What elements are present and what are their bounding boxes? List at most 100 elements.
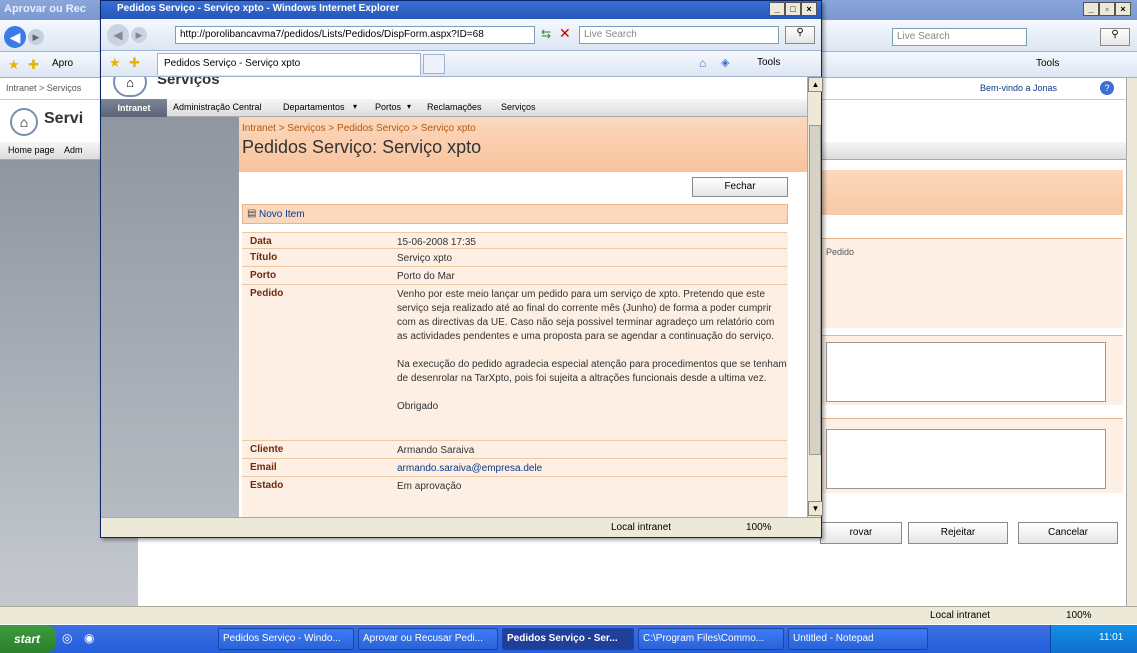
field-row: Cliente Armando Saraiva — [242, 440, 787, 458]
refresh-icon[interactable]: ⇆ — [541, 27, 551, 41]
front-statusbar: Local intranet 100% — [101, 517, 821, 537]
forward-arrow-icon[interactable]: ▶ — [131, 27, 147, 43]
new-tab-button[interactable] — [423, 54, 445, 74]
nav-reclamacoes[interactable]: Reclamações — [427, 102, 482, 112]
site-home-icon: ⌂ — [10, 108, 38, 136]
restore-button[interactable]: ▫ — [1099, 2, 1115, 16]
minimize-button[interactable]: _ — [769, 2, 785, 16]
back-search-input[interactable]: Live Search — [892, 28, 1027, 46]
scroll-up-icon[interactable]: ▲ — [808, 77, 823, 92]
welcome-menu[interactable]: Bem-vindo a Jonas — [980, 83, 1057, 93]
field-label: Pedido — [250, 288, 284, 299]
field-value: Armando Saraiva — [397, 445, 475, 456]
feeds-icon[interactable]: ◈ — [721, 56, 729, 69]
back-scrollbar[interactable] — [1126, 78, 1137, 606]
start-button[interactable]: start — [0, 625, 56, 653]
chevron-down-icon[interactable]: ▾ — [407, 102, 411, 111]
field-row: Pedido Venho por este meio lançar um pedi… — [242, 284, 787, 440]
back-site-title: Servi — [44, 110, 84, 127]
field-label: Email — [250, 462, 277, 473]
back-pedido-label: Pedido — [826, 247, 855, 257]
scroll-thumb[interactable] — [809, 125, 821, 455]
back-status-zone: Local intranet — [930, 610, 991, 621]
back-textarea-wrap-2 — [818, 418, 1123, 493]
reject-button[interactable]: Rejeitar — [908, 522, 1008, 544]
page-title: Pedidos Serviço: Serviço xpto — [242, 137, 482, 157]
taskbar-item[interactable]: Aprovar ou Recusar Pedi... — [358, 628, 498, 650]
tools-menu[interactable]: Tools — [757, 57, 780, 68]
favorites-star-icon[interactable]: ★ — [109, 55, 121, 71]
zoom-level[interactable]: 100% — [746, 522, 772, 533]
back-zoom[interactable]: 100% — [1066, 610, 1092, 621]
back-textarea-1[interactable] — [826, 342, 1106, 402]
top-nav: Intranet Administração Central Departame… — [101, 99, 807, 117]
front-tabbar: ★ ✚ Pedidos Serviço - Serviço xpto ⌂ ◈ T… — [101, 51, 821, 77]
url-field[interactable]: http://porolibancavma7/pedidos/Lists/Ped… — [175, 26, 535, 44]
new-item-button[interactable]: Novo Item — [259, 209, 305, 220]
field-list: Data 15-06-2008 17:35 Título Serviço xpto … — [242, 232, 788, 517]
field-value: Venho por este meio lançar um pedido par… — [397, 289, 787, 412]
front-scrollbar[interactable]: ▲ ▼ — [807, 77, 823, 517]
add-favorites-icon[interactable]: ✚ — [129, 55, 140, 71]
email-link[interactable]: armando.saraiva@empresa.dele — [397, 462, 787, 476]
back-tab[interactable]: Apro — [52, 58, 73, 69]
add-favorites-icon[interactable]: ✚ — [28, 57, 39, 73]
left-panel — [101, 117, 239, 517]
nav-admin[interactable]: Administração Central — [173, 102, 262, 112]
minimize-button[interactable]: _ — [1083, 2, 1099, 16]
back-window-controls: _ ▫ × — [1083, 2, 1131, 16]
stop-icon[interactable]: ✕ — [559, 25, 571, 42]
search-icon[interactable]: ⚲ — [785, 26, 815, 44]
nav-intranet[interactable]: Intranet — [101, 99, 167, 117]
front-tab[interactable]: Pedidos Serviço - Serviço xpto — [157, 53, 421, 75]
front-viewport: ⌂ Serviços Intranet Administração Centra… — [101, 77, 807, 517]
close-button[interactable]: × — [801, 2, 817, 16]
back-field-area: Pedido — [818, 238, 1123, 328]
cancel-button[interactable]: Cancelar — [1018, 522, 1118, 544]
front-window-title: Pedidos Serviço - Serviço xpto - Windows… — [117, 3, 400, 14]
close-form-button[interactable]: Fechar — [692, 177, 788, 197]
taskbar-item[interactable]: Untitled - Notepad — [788, 628, 928, 650]
search-icon[interactable]: ⚲ — [1100, 28, 1130, 46]
close-button[interactable]: × — [1115, 2, 1131, 16]
back-window-title: Aprovar ou Rec — [4, 3, 86, 15]
home-icon[interactable]: ⌂ — [699, 56, 706, 70]
nav-portos[interactable]: Portos — [375, 102, 401, 112]
back-breadcrumb: Intranet > Serviços — [6, 83, 82, 93]
back-nav-home[interactable]: Home page — [8, 145, 55, 155]
front-window-controls: _ □ × — [769, 2, 817, 16]
field-row: Título Serviço xpto — [242, 248, 787, 266]
back-arrow-icon[interactable]: ◀ — [4, 26, 26, 48]
field-value: Serviço xpto — [397, 253, 453, 264]
taskbar-item[interactable]: C:\Program Files\Commo... — [638, 628, 784, 650]
field-row: Email armando.saraiva@empresa.dele — [242, 458, 787, 476]
maximize-button[interactable]: □ — [785, 2, 801, 16]
field-label: Estado — [250, 480, 284, 491]
quicklaunch-icon[interactable]: ◎ — [62, 631, 72, 645]
nav-departamentos[interactable]: Departamentos — [283, 102, 345, 112]
search-input[interactable]: Live Search — [579, 26, 779, 44]
help-icon[interactable]: ? — [1100, 81, 1114, 95]
quicklaunch-icon[interactable]: ◉ — [84, 631, 94, 645]
field-label: Título — [250, 252, 278, 263]
back-textarea-2[interactable] — [826, 429, 1106, 489]
toolbar: ▤ Novo Item — [242, 204, 788, 224]
approve-button[interactable]: rovar — [820, 522, 902, 544]
chevron-down-icon[interactable]: ▾ — [353, 102, 357, 111]
field-row: Estado Em aprovação — [242, 476, 787, 494]
front-window-titlebar: Pedidos Serviço - Serviço xpto - Windows… — [101, 1, 821, 19]
breadcrumb[interactable]: Intranet > Serviços > Pedidos Serviço > … — [242, 123, 476, 134]
back-arrow-icon[interactable]: ◀ — [107, 24, 129, 46]
status-zone: Local intranet — [611, 522, 672, 533]
favorites-star-icon[interactable]: ★ — [8, 57, 20, 73]
site-home-icon: ⌂ — [113, 77, 147, 97]
back-nav-adm[interactable]: Adm — [64, 145, 83, 155]
front-addressbar: ◀ ▶ http://porolibancavma7/pedidos/Lists… — [101, 19, 821, 51]
clock: 11:01 — [1099, 632, 1124, 643]
taskbar-item[interactable]: Pedidos Serviço - Windo... — [218, 628, 354, 650]
taskbar-item-active[interactable]: Pedidos Serviço - Ser... — [502, 628, 634, 650]
nav-servicos[interactable]: Serviços — [501, 102, 536, 112]
scroll-down-icon[interactable]: ▼ — [808, 501, 823, 516]
back-tools-menu[interactable]: Tools — [1036, 58, 1059, 69]
forward-arrow-icon[interactable]: ▶ — [28, 29, 44, 45]
